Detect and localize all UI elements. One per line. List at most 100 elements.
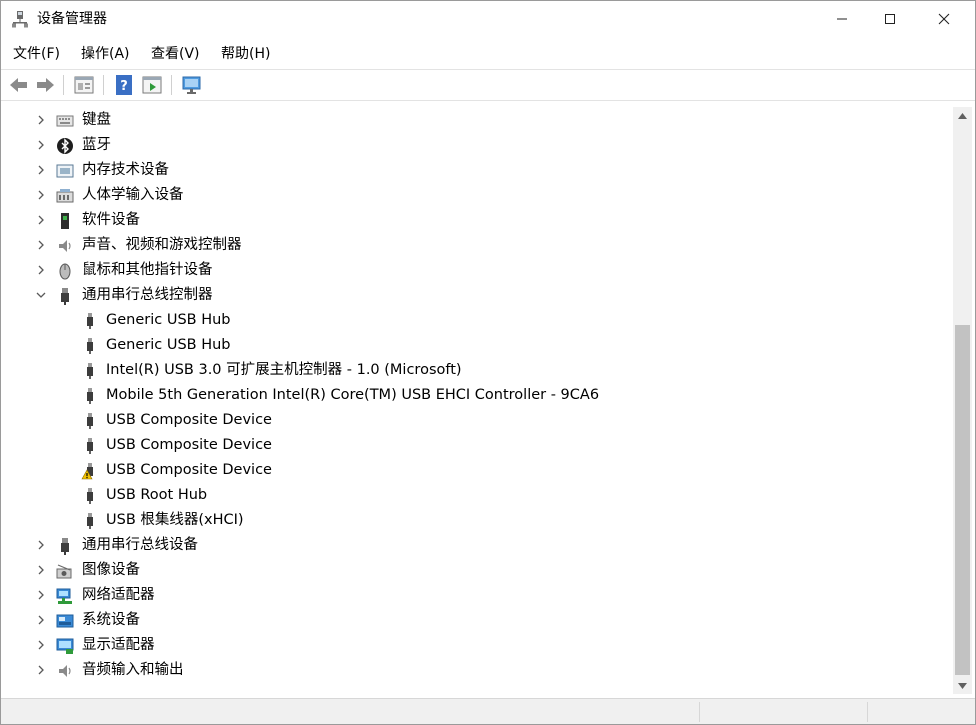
scrollbar-thumb[interactable] bbox=[955, 325, 970, 675]
tree-category-label: 系统设备 bbox=[82, 612, 140, 628]
tree-category[interactable]: 键盘 bbox=[4, 108, 953, 133]
tree-device-label: USB Composite Device bbox=[106, 437, 272, 453]
toolbar: ? bbox=[1, 70, 975, 100]
hid-icon bbox=[56, 189, 74, 203]
close-button[interactable] bbox=[921, 1, 967, 37]
tree-category-label: 图像设备 bbox=[82, 562, 140, 578]
properties-icon[interactable] bbox=[73, 74, 95, 96]
tree-device-label: Intel(R) USB 3.0 可扩展主机控制器 - 1.0 (Microso… bbox=[106, 362, 462, 378]
chevron-right-icon[interactable] bbox=[35, 664, 47, 676]
tree-category[interactable]: 系统设备 bbox=[4, 608, 953, 633]
tree-category[interactable]: 人体学输入设备 bbox=[4, 183, 953, 208]
chevron-right-icon[interactable] bbox=[35, 164, 47, 176]
status-cell bbox=[699, 702, 867, 722]
tree-category-label: 音频输入和输出 bbox=[82, 662, 184, 678]
tree-device-item[interactable]: USB Composite Device bbox=[4, 433, 953, 458]
menu-file[interactable]: 文件(F) bbox=[13, 45, 60, 63]
usb-device-icon bbox=[87, 488, 93, 504]
menu-help[interactable]: 帮助(H) bbox=[221, 45, 270, 63]
tree-device-item[interactable]: Intel(R) USB 3.0 可扩展主机控制器 - 1.0 (Microso… bbox=[4, 358, 953, 383]
chevron-right-icon[interactable] bbox=[35, 214, 47, 226]
usb-device-warning-icon bbox=[81, 463, 93, 480]
usb-device-icon bbox=[87, 363, 93, 379]
chevron-right-icon[interactable] bbox=[35, 589, 47, 601]
toolbar-separator bbox=[103, 75, 104, 95]
chevron-right-icon[interactable] bbox=[35, 189, 47, 201]
tree-category[interactable]: 蓝牙 bbox=[4, 133, 953, 158]
chevron-down-icon[interactable] bbox=[35, 289, 47, 301]
chevron-right-icon[interactable] bbox=[35, 539, 47, 551]
minimize-icon bbox=[837, 18, 847, 20]
scroll-down-button[interactable] bbox=[953, 677, 972, 694]
tree-device-item[interactable]: USB 根集线器(xHCI) bbox=[4, 508, 953, 533]
maximize-button[interactable] bbox=[867, 1, 913, 37]
tree-category[interactable]: 音频输入和输出 bbox=[4, 658, 953, 683]
tree-category[interactable]: 内存技术设备 bbox=[4, 158, 953, 183]
tree-category[interactable]: 通用串行总线设备 bbox=[4, 533, 953, 558]
tree-category[interactable]: 声音、视频和游戏控制器 bbox=[4, 233, 953, 258]
tree-device-item[interactable]: USB Composite Device bbox=[4, 408, 953, 433]
chevron-right-icon[interactable] bbox=[35, 614, 47, 626]
chevron-right-icon[interactable] bbox=[35, 564, 47, 576]
back-icon[interactable] bbox=[8, 74, 30, 96]
usb-device-icon bbox=[87, 313, 93, 329]
chevron-right-icon[interactable] bbox=[35, 139, 47, 151]
forward-icon[interactable] bbox=[34, 74, 56, 96]
tree-category[interactable]: 通用串行总线控制器 bbox=[4, 283, 953, 308]
status-bar bbox=[1, 698, 975, 724]
tree-device-item[interactable]: Generic USB Hub bbox=[4, 333, 953, 358]
update-driver-icon[interactable] bbox=[141, 74, 163, 96]
close-icon bbox=[938, 13, 950, 25]
chevron-right-icon[interactable] bbox=[35, 639, 47, 651]
usb-device-icon bbox=[87, 388, 93, 404]
toolbar-separator bbox=[171, 75, 172, 95]
minimize-button[interactable] bbox=[819, 1, 865, 37]
chevron-right-icon[interactable] bbox=[35, 239, 47, 251]
tree-category-label: 显示适配器 bbox=[82, 637, 155, 653]
menu-view[interactable]: 查看(V) bbox=[151, 45, 200, 63]
sound-icon bbox=[59, 240, 71, 252]
help-icon[interactable]: ? bbox=[113, 74, 135, 96]
tree-category[interactable]: 软件设备 bbox=[4, 208, 953, 233]
title-bar: 设备管理器 bbox=[1, 1, 975, 37]
usb-device-icon bbox=[61, 538, 69, 555]
network-adapter-icon bbox=[56, 588, 72, 604]
memory-icon bbox=[56, 164, 74, 178]
maximize-icon bbox=[885, 14, 895, 24]
tree-device-label: USB 根集线器(xHCI) bbox=[106, 512, 244, 528]
chevron-right-icon[interactable] bbox=[35, 114, 47, 126]
tree-device-item[interactable]: USB Composite Device bbox=[4, 458, 953, 483]
usb-device-icon bbox=[87, 413, 93, 429]
scroll-down-icon bbox=[958, 682, 967, 689]
menu-action[interactable]: 操作(A) bbox=[81, 45, 130, 63]
tree-category-label: 通用串行总线设备 bbox=[82, 537, 198, 553]
scroll-up-button[interactable] bbox=[953, 107, 972, 124]
tree-category-label: 键盘 bbox=[82, 112, 111, 128]
tree-device-label: USB Root Hub bbox=[106, 487, 208, 503]
usb-icon bbox=[61, 288, 69, 305]
tree-device-item[interactable]: USB Root Hub bbox=[4, 483, 953, 508]
chevron-right-icon[interactable] bbox=[35, 264, 47, 276]
tree-category[interactable]: 图像设备 bbox=[4, 558, 953, 583]
device-manager-window: 设备管理器 文件(F) 操作(A) 查看(V) 帮助(H) ? 键盘 蓝牙 内存… bbox=[0, 0, 976, 725]
software-device-icon bbox=[61, 213, 69, 229]
device-manager-app-icon bbox=[12, 11, 28, 28]
tree-category-label: 声音、视频和游戏控制器 bbox=[82, 237, 242, 253]
usb-device-icon bbox=[87, 338, 93, 354]
system-device-icon bbox=[56, 614, 74, 628]
status-cell bbox=[867, 702, 975, 722]
tree-category[interactable]: 显示适配器 bbox=[4, 633, 953, 658]
tree-category[interactable]: 网络适配器 bbox=[4, 583, 953, 608]
vertical-scrollbar[interactable] bbox=[953, 107, 972, 694]
scan-hardware-icon[interactable] bbox=[181, 74, 203, 96]
tree-device-label: USB Composite Device bbox=[106, 412, 272, 428]
audio-io-icon bbox=[59, 665, 71, 677]
keyboard-icon bbox=[56, 115, 74, 127]
tree-device-item[interactable]: Generic USB Hub bbox=[4, 308, 953, 333]
tree-category[interactable]: 鼠标和其他指针设备 bbox=[4, 258, 953, 283]
tree-device-item[interactable]: Mobile 5th Generation Intel(R) Core(TM) … bbox=[4, 383, 953, 408]
tree-category-label: 通用串行总线控制器 bbox=[82, 287, 213, 303]
svg-text:?: ? bbox=[120, 79, 128, 94]
menu-bar: 文件(F) 操作(A) 查看(V) 帮助(H) bbox=[1, 41, 975, 67]
toolbar-separator bbox=[63, 75, 64, 95]
